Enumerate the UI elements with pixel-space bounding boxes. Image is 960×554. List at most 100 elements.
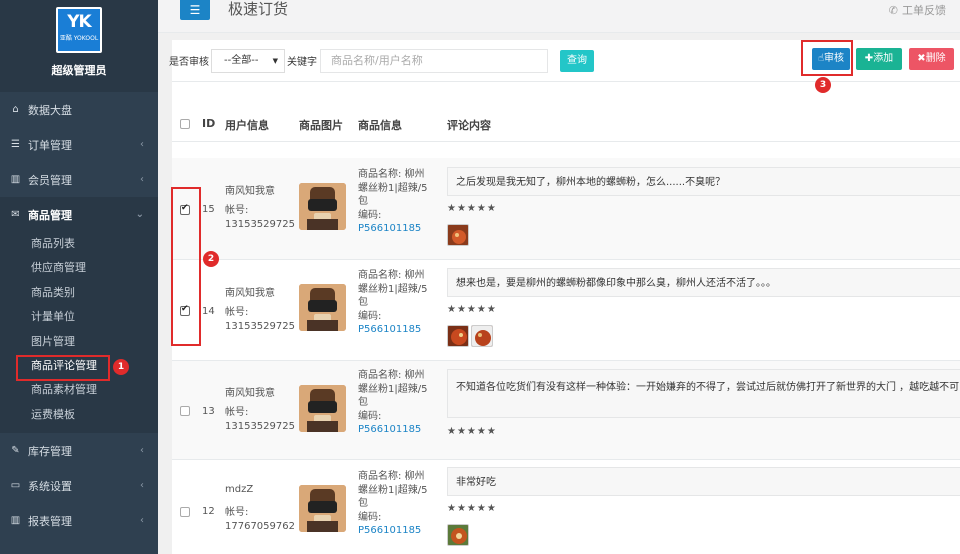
rating-stars: ★★★★★ bbox=[447, 503, 497, 514]
submenu-item-shipping[interactable]: 运费模板 bbox=[0, 403, 158, 427]
product-image[interactable] bbox=[299, 385, 346, 432]
annotation-badge: 2 bbox=[203, 251, 219, 267]
bar-chart-icon: ▥ bbox=[10, 515, 21, 527]
user-name: 南风知我意 bbox=[225, 186, 275, 197]
comment-text: 之后发现是我无知了，柳州本地的螺蛳粉，怎么......不臭呢？ bbox=[447, 167, 960, 196]
search-input[interactable]: 商品名称/用户名称 bbox=[320, 49, 548, 73]
add-button[interactable]: ✚添加 bbox=[856, 48, 902, 70]
feedback-link[interactable]: ✆ 工单反馈 bbox=[889, 2, 946, 18]
sidebar-item-label: 报表管理 bbox=[28, 514, 72, 528]
product-name-prefix: 商品名称: bbox=[358, 270, 402, 281]
product-name-l1: 柳州 bbox=[404, 169, 425, 180]
product-name-l3: 包 bbox=[358, 397, 368, 408]
review-photo[interactable] bbox=[471, 325, 493, 347]
column-header-product: 商品信息 bbox=[358, 119, 402, 132]
page-title: 极速订货 bbox=[228, 0, 289, 18]
review-photo[interactable] bbox=[447, 325, 469, 347]
sidebar-item-label: 商品管理 bbox=[28, 208, 72, 222]
add-button-label: 添加 bbox=[873, 53, 894, 64]
product-image[interactable] bbox=[299, 485, 346, 532]
audit-filter-value: --全部-- bbox=[224, 55, 259, 66]
annotation-box-reviews bbox=[16, 355, 110, 381]
user-account: 帐号: 13153529725 bbox=[225, 306, 295, 334]
submenu-item-units[interactable]: 计量单位 bbox=[0, 305, 158, 329]
delete-button-label: 删除 bbox=[925, 53, 946, 64]
table-row: 12 mdzZ 帐号: 17767059762 商品名称: 柳州 螺丝粉1|超辣/… bbox=[172, 460, 960, 554]
table-row: 15 南风知我意 帐号: 13153529725 商品名称: 柳州 螺丝粉1|超辣… bbox=[172, 158, 960, 260]
user-name: 南风知我意 bbox=[225, 388, 275, 399]
user-role[interactable]: 超级管理员 bbox=[0, 62, 158, 78]
code-prefix: 编码: bbox=[358, 511, 382, 523]
annotation-badge: 1 bbox=[113, 359, 129, 375]
submenu-item-product-list[interactable]: 商品列表 bbox=[0, 232, 158, 256]
query-button[interactable]: 查询 bbox=[560, 50, 594, 72]
column-header-user: 用户信息 bbox=[225, 119, 269, 132]
comment-text: 不知道各位吃货们有没有这样一种体验：一开始嫌弃的不得了，尝试过后就仿佛打开了新世… bbox=[447, 369, 960, 418]
column-header-id: ID bbox=[202, 117, 216, 130]
product-info: 商品名称: 柳州 螺丝粉1|超辣/5 包 编码: P566101185 bbox=[358, 470, 434, 538]
review-photo[interactable] bbox=[447, 224, 469, 246]
desktop-icon: ▭ bbox=[10, 480, 21, 492]
review-photo-graphic bbox=[448, 525, 468, 545]
row-checkbox[interactable] bbox=[180, 507, 190, 517]
product-info: 商品名称: 柳州 螺丝粉1|超辣/5 包 编码: P566101185 bbox=[358, 168, 434, 236]
submenu-item-images[interactable]: 图片管理 bbox=[0, 330, 158, 354]
delete-button[interactable]: ✖删除 bbox=[909, 48, 954, 70]
products-submenu: 商品列表 供应商管理 商品类别 计量单位 图片管理 商品评论管理 商品素材管理 … bbox=[0, 232, 158, 434]
product-code[interactable]: P566101185 bbox=[358, 424, 421, 435]
rating-stars: ★★★★★ bbox=[447, 203, 497, 214]
product-code[interactable]: P566101185 bbox=[358, 324, 421, 335]
feedback-label: 工单反馈 bbox=[902, 4, 946, 17]
sidebar-item-settings[interactable]: ▭ 系统设置 ‹ bbox=[0, 468, 158, 503]
account-number: 13153529725 bbox=[225, 421, 295, 432]
product-code[interactable]: P566101185 bbox=[358, 223, 421, 234]
sidebar-item-members[interactable]: ▥ 会员管理 ‹ bbox=[0, 162, 158, 197]
sidebar-item-dashboard[interactable]: ⌂ 数据大盘 bbox=[0, 92, 158, 127]
review-photo[interactable] bbox=[447, 524, 469, 546]
sidebar-item-products[interactable]: ✉ 商品管理 ⌄ bbox=[0, 197, 158, 232]
sidebar-item-orders[interactable]: ☰ 订单管理 ‹ bbox=[0, 127, 158, 162]
chevron-left-icon: ‹ bbox=[140, 445, 144, 457]
sidebar-nav: ⌂ 数据大盘 ☰ 订单管理 ‹ ▥ 会员管理 ‹ ✉ 商品管理 ⌄ 商品列表 供… bbox=[0, 92, 158, 538]
product-name-l2: 螺丝粉1|超辣/5 bbox=[358, 383, 428, 395]
product-image-graphic bbox=[299, 485, 346, 532]
column-header-comment: 评论内容 bbox=[447, 119, 491, 132]
user-account: 帐号: 13153529725 bbox=[225, 204, 295, 232]
code-prefix: 编码: bbox=[358, 410, 382, 422]
account-number: 13153529725 bbox=[225, 219, 295, 230]
submenu-item-suppliers[interactable]: 供应商管理 bbox=[0, 256, 158, 280]
caret-down-icon: ▼ bbox=[272, 57, 278, 65]
row-checkbox[interactable] bbox=[180, 406, 190, 416]
product-image[interactable] bbox=[299, 183, 346, 230]
sidebar-item-inventory[interactable]: ✎ 库存管理 ‹ bbox=[0, 433, 158, 468]
submenu-item-categories[interactable]: 商品类别 bbox=[0, 281, 158, 305]
account-prefix: 帐号: bbox=[225, 507, 249, 518]
review-photo-graphic bbox=[472, 326, 492, 346]
product-name-l2: 螺丝粉1|超辣/5 bbox=[358, 283, 428, 295]
row-id: 12 bbox=[202, 506, 215, 517]
table-row: 13 南风知我意 帐号: 13153529725 商品名称: 柳州 螺丝粉1|超辣… bbox=[172, 361, 960, 460]
account-number: 17767059762 bbox=[225, 521, 295, 532]
annotation-box-review-button bbox=[801, 40, 853, 76]
review-photo-graphic bbox=[448, 326, 468, 346]
menu-toggle-button[interactable]: ☰ bbox=[180, 0, 210, 20]
product-name-l3: 包 bbox=[358, 498, 368, 509]
comment-text: 非常好吃 bbox=[447, 467, 960, 496]
code-prefix: 编码: bbox=[358, 310, 382, 322]
row-id: 13 bbox=[202, 406, 215, 417]
product-info: 商品名称: 柳州 螺丝粉1|超辣/5 包 编码: P566101185 bbox=[358, 369, 434, 437]
account-prefix: 帐号: bbox=[225, 407, 249, 418]
chevron-left-icon: ‹ bbox=[140, 174, 144, 185]
account-prefix: 帐号: bbox=[225, 307, 249, 318]
chevron-down-icon: ⌄ bbox=[135, 209, 144, 220]
sidebar-item-reports[interactable]: ▥ 报表管理 ‹ bbox=[0, 503, 158, 538]
audit-filter-select[interactable]: --全部-- ▼ bbox=[211, 49, 285, 73]
product-image[interactable] bbox=[299, 284, 346, 331]
code-prefix: 编码: bbox=[358, 209, 382, 221]
sidebar-item-label: 数据大盘 bbox=[28, 103, 72, 117]
bar-chart-icon: ▥ bbox=[10, 174, 21, 185]
product-info: 商品名称: 柳州 螺丝粉1|超辣/5 包 编码: P566101185 bbox=[358, 269, 434, 337]
select-all-checkbox[interactable] bbox=[180, 119, 190, 129]
submenu-item-materials[interactable]: 商品素材管理 bbox=[0, 378, 158, 402]
product-code[interactable]: P566101185 bbox=[358, 525, 421, 536]
